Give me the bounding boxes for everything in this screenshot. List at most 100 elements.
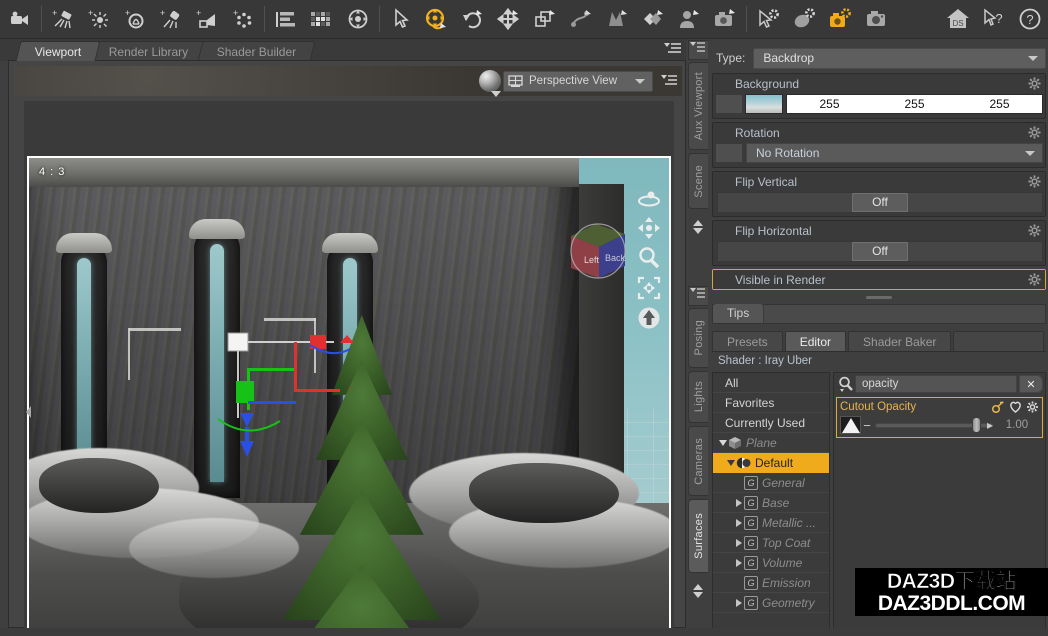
cutout-opacity-map-thumbnail[interactable] xyxy=(840,416,861,434)
universal-manipulator-gizmo[interactable] xyxy=(214,323,354,463)
expander-right-icon[interactable] xyxy=(733,539,744,547)
gear-icon[interactable] xyxy=(1028,175,1041,188)
render-options-icon[interactable] xyxy=(822,2,858,36)
scroll-down-icon[interactable] xyxy=(693,228,703,234)
node-selection-tool-icon[interactable] xyxy=(383,2,419,36)
tree-item-geometry[interactable]: G Geometry xyxy=(713,593,829,613)
tree-item-all[interactable]: All xyxy=(713,373,829,393)
sidebar-item-lights[interactable]: Lights xyxy=(688,371,708,423)
gear-icon[interactable] xyxy=(1028,77,1041,90)
tree-item-volume[interactable]: G Volume xyxy=(713,553,829,573)
sidebar-item-posing[interactable]: Posing xyxy=(688,308,708,368)
favorite-heart-icon[interactable] xyxy=(1009,401,1022,413)
backdrop-type-select[interactable]: Backdrop xyxy=(753,48,1046,69)
tree-item-currently-used[interactable]: Currently Used xyxy=(713,413,829,433)
expander-right-icon[interactable] xyxy=(733,499,744,507)
expander-down-icon[interactable] xyxy=(717,440,728,446)
gear-icon[interactable] xyxy=(1028,224,1041,237)
orbit-camera-icon[interactable] xyxy=(637,186,661,210)
tab-shader-builder[interactable]: Shader Builder xyxy=(197,41,315,61)
tree-item-plane[interactable]: Plane xyxy=(713,433,829,453)
tree-item-general[interactable]: G General xyxy=(713,473,829,493)
grid-snap-icon[interactable] xyxy=(304,2,340,36)
tree-item-default[interactable]: Default xyxy=(713,453,829,473)
daz-studio-home-icon[interactable]: DS xyxy=(940,2,976,36)
expander-down-icon[interactable] xyxy=(725,460,736,466)
link-parameter-icon[interactable] xyxy=(992,401,1005,413)
pane-group-options-icon[interactable] xyxy=(688,40,708,60)
property-visible-in-render-header[interactable]: Visible in Render xyxy=(713,270,1045,289)
scroll-up-icon[interactable] xyxy=(693,584,703,590)
create-null-icon[interactable]: + xyxy=(225,2,261,36)
pane-group-options-icon[interactable] xyxy=(688,286,708,306)
surface-tree[interactable]: All Favorites Currently Used Plane xyxy=(712,372,830,636)
clear-search-button[interactable]: ✕ xyxy=(1019,375,1043,393)
translate-tool-icon[interactable] xyxy=(491,2,527,36)
create-spot-light-icon[interactable]: + xyxy=(153,2,189,36)
help-icon[interactable]: ? xyxy=(1012,2,1048,36)
pane-options-icon[interactable] xyxy=(664,42,682,56)
slider-knob[interactable] xyxy=(972,417,981,433)
tree-item-base[interactable]: G Base xyxy=(713,493,829,513)
background-blue-field[interactable]: 255 xyxy=(957,97,1042,111)
mesh-grabber-tool-icon[interactable] xyxy=(599,2,635,36)
expander-right-icon[interactable] xyxy=(733,559,744,567)
pane-splitter[interactable] xyxy=(712,294,1046,301)
side-tab-scroll-arrows[interactable] xyxy=(688,576,708,606)
sidebar-item-cameras[interactable]: Cameras xyxy=(688,426,708,496)
cutout-opacity-value[interactable]: 1.00 xyxy=(995,419,1039,431)
rotation-select[interactable]: No Rotation xyxy=(746,143,1043,163)
frame-selected-icon[interactable] xyxy=(637,276,661,300)
create-point-light-icon[interactable]: + xyxy=(81,2,117,36)
decrement-button[interactable]: − xyxy=(861,418,873,433)
tab-render-library[interactable]: Render Library xyxy=(90,41,208,61)
cutout-opacity-slider[interactable]: ▸ xyxy=(873,416,995,434)
search-input[interactable]: opacity xyxy=(855,375,1017,393)
create-distant-light-icon[interactable]: + xyxy=(45,2,81,36)
tab-tips-environment[interactable]: Tips xyxy=(713,304,764,323)
background-rgb-fields[interactable]: 255 255 255 xyxy=(786,94,1043,114)
surface-selection-tool-icon[interactable] xyxy=(635,2,671,36)
tab-viewport[interactable]: Viewport xyxy=(16,41,101,61)
create-camera-icon[interactable] xyxy=(2,2,38,36)
background-red-field[interactable]: 255 xyxy=(787,97,872,111)
render-icon[interactable] xyxy=(858,2,894,36)
increment-button[interactable]: ▸ xyxy=(987,418,993,432)
3d-scene[interactable]: 4 : 3 Left Back xyxy=(24,101,674,636)
pan-camera-icon[interactable] xyxy=(637,216,661,240)
universal-tool-icon[interactable] xyxy=(419,2,455,36)
search-icon[interactable] xyxy=(836,375,855,393)
joint-editor-tool-icon[interactable] xyxy=(563,2,599,36)
tree-item-metallic-flakes[interactable]: G Metallic ... xyxy=(713,513,829,533)
viewport-canvas[interactable]: 4 : 3 Left Back xyxy=(24,101,674,636)
view-selector[interactable]: Perspective View xyxy=(503,71,653,92)
render-settings-icon[interactable] xyxy=(786,2,822,36)
scroll-down-icon[interactable] xyxy=(693,592,703,598)
sidebar-item-aux-viewport[interactable]: Aux Viewport xyxy=(688,62,708,150)
tab-shader-baker[interactable]: Shader Baker xyxy=(848,331,951,351)
background-color-swatch[interactable] xyxy=(745,94,783,114)
flip-horizontal-toggle[interactable]: Off xyxy=(717,241,1043,262)
viewport-collapse-arrow[interactable] xyxy=(24,401,33,423)
flip-vertical-toggle[interactable]: Off xyxy=(717,192,1043,213)
tab-presets[interactable]: Presets xyxy=(712,331,783,351)
view-cube[interactable]: Left Back xyxy=(563,218,633,288)
expander-right-icon[interactable] xyxy=(733,599,744,607)
zoom-camera-icon[interactable] xyxy=(637,246,661,270)
align-objects-icon[interactable] xyxy=(268,2,304,36)
activate-icon[interactable] xyxy=(340,2,376,36)
reset-camera-icon[interactable] xyxy=(637,306,661,330)
viewport-options-icon[interactable] xyxy=(661,74,678,88)
parameter-settings-gear-icon[interactable] xyxy=(1026,401,1039,413)
rotate-tool-icon[interactable] xyxy=(455,2,491,36)
gear-icon[interactable] xyxy=(1028,273,1041,286)
create-photometric-light-icon[interactable]: + xyxy=(189,2,225,36)
scroll-up-icon[interactable] xyxy=(693,220,703,226)
figure-setup-tool-icon[interactable] xyxy=(671,2,707,36)
node-selection-options-icon[interactable] xyxy=(750,2,786,36)
tree-item-emission[interactable]: G Emission xyxy=(713,573,829,593)
whats-this-help-icon[interactable]: ? xyxy=(976,2,1012,36)
tree-item-favorites[interactable]: Favorites xyxy=(713,393,829,413)
side-tab-scroll-arrows[interactable] xyxy=(688,212,708,242)
tree-item-top-coat[interactable]: G Top Coat xyxy=(713,533,829,553)
